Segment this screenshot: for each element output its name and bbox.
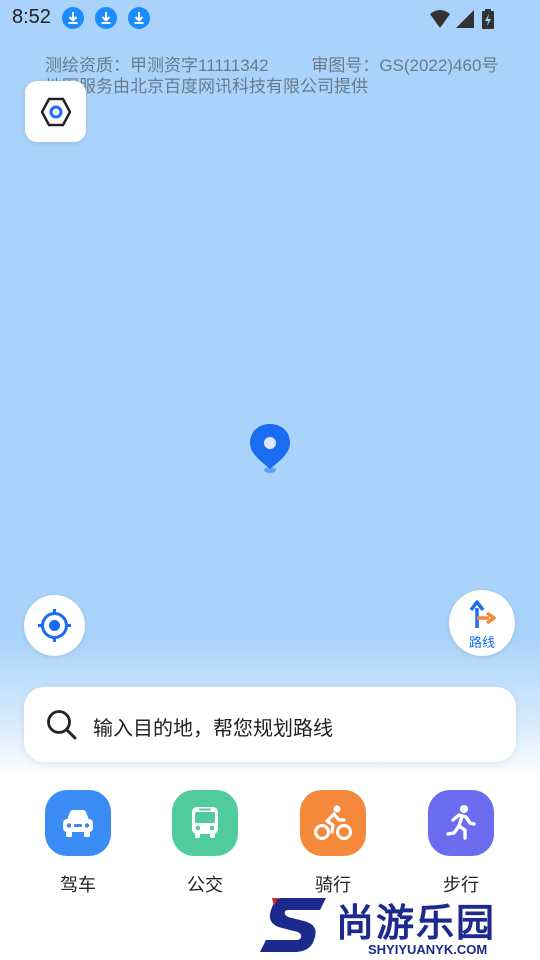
watermark-title: 尚游乐园	[336, 901, 497, 945]
search-icon	[47, 710, 77, 740]
watermark-subtitle: SHYIYUANYK.COM	[368, 942, 488, 957]
watermark-s-logo-icon	[260, 898, 326, 952]
bus-icon	[172, 790, 238, 856]
survey-qualification-text: 测绘资质：甲测资字11111342	[45, 56, 269, 75]
travel-mode-bar: 驾车 公交 骑行 步行	[0, 790, 540, 900]
car-icon	[45, 790, 111, 856]
bike-icon	[300, 790, 366, 856]
battery-charging-icon	[482, 9, 494, 29]
destination-search-bar[interactable]: 输入目的地，帮您规划路线	[24, 687, 516, 762]
search-placeholder: 输入目的地，帮您规划路线	[93, 716, 333, 740]
download-icon	[95, 7, 117, 29]
status-bar: 8:52	[0, 0, 540, 36]
route-turn-icon	[469, 600, 496, 628]
mode-drive-button[interactable]: 驾车	[33, 790, 123, 897]
map-layer-button[interactable]	[25, 81, 86, 142]
status-time: 8:52	[12, 6, 51, 28]
map-approval-number-text: 审图号：GS(2022)460号	[311, 56, 499, 75]
mode-walk-button[interactable]: 步行	[416, 790, 506, 897]
route-button[interactable]: 路线	[449, 590, 515, 656]
download-icon	[128, 7, 150, 29]
mode-bike-button[interactable]: 骑行	[288, 790, 378, 897]
mode-drive-label: 驾车	[60, 875, 96, 896]
system-status-icons	[430, 9, 494, 29]
mode-bus-button[interactable]: 公交	[160, 790, 250, 897]
walk-icon	[428, 790, 494, 856]
route-button-label: 路线	[468, 636, 495, 651]
download-icon	[62, 7, 84, 29]
location-pin-icon	[249, 423, 291, 479]
locate-me-button[interactable]	[24, 595, 85, 656]
map-service-provider-text: 地图服务由北京百度网讯科技有限公司提供	[45, 77, 368, 96]
mode-bus-label: 公交	[187, 875, 223, 896]
wifi-icon	[430, 10, 450, 28]
map-license-notice: 测绘资质：甲测资字11111342 审图号：GS(2022)460号 地图服务由…	[45, 55, 525, 97]
signal-icon	[456, 10, 474, 28]
hexagon-layer-icon	[40, 97, 72, 127]
watermark-logo: 尚游乐园 SHYIYUANYK.COM	[258, 892, 540, 960]
locate-crosshair-icon	[38, 609, 71, 642]
